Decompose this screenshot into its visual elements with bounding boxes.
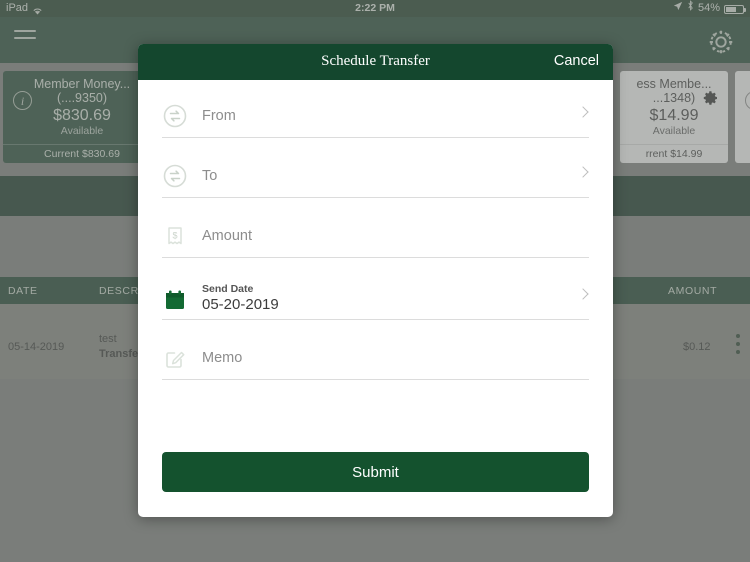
schedule-transfer-dialog: Schedule Transfer Cancel From To $ Amoun… xyxy=(138,44,613,517)
field-send-date-content: Send Date 05-20-2019 xyxy=(202,282,279,314)
field-to[interactable]: To xyxy=(162,154,589,198)
chevron-right-icon xyxy=(577,106,589,118)
field-from-label: From xyxy=(202,107,236,124)
field-amount[interactable]: $ Amount xyxy=(162,214,589,258)
field-amount-label: Amount xyxy=(202,227,252,244)
ipad-screen: iPad 2:22 PM xyxy=(0,0,750,562)
field-send-date[interactable]: Send Date 05-20-2019 xyxy=(162,274,589,320)
transfer-circle-icon xyxy=(162,103,188,129)
dollar-receipt-icon: $ xyxy=(162,223,188,249)
transfer-form: From To $ Amount Send Date 05-20-2019 Me… xyxy=(138,80,613,380)
chevron-right-icon xyxy=(577,166,589,178)
cancel-button[interactable]: Cancel xyxy=(554,53,599,69)
submit-button[interactable]: Submit xyxy=(162,452,589,492)
calendar-icon xyxy=(162,287,188,313)
dialog-header: Schedule Transfer Cancel xyxy=(138,44,613,80)
edit-note-icon xyxy=(162,345,188,371)
field-send-date-label: Send Date xyxy=(202,283,254,295)
dialog-footer: Submit xyxy=(138,452,613,517)
svg-text:$: $ xyxy=(172,230,177,240)
dialog-title: Schedule Transfer xyxy=(321,53,430,69)
transfer-circle-icon xyxy=(162,163,188,189)
field-send-date-value: 05-20-2019 xyxy=(202,296,279,313)
field-to-label: To xyxy=(202,167,218,184)
field-memo-label: Memo xyxy=(202,349,243,366)
chevron-right-icon xyxy=(577,288,589,300)
field-memo[interactable]: Memo xyxy=(162,336,589,380)
field-from[interactable]: From xyxy=(162,94,589,138)
